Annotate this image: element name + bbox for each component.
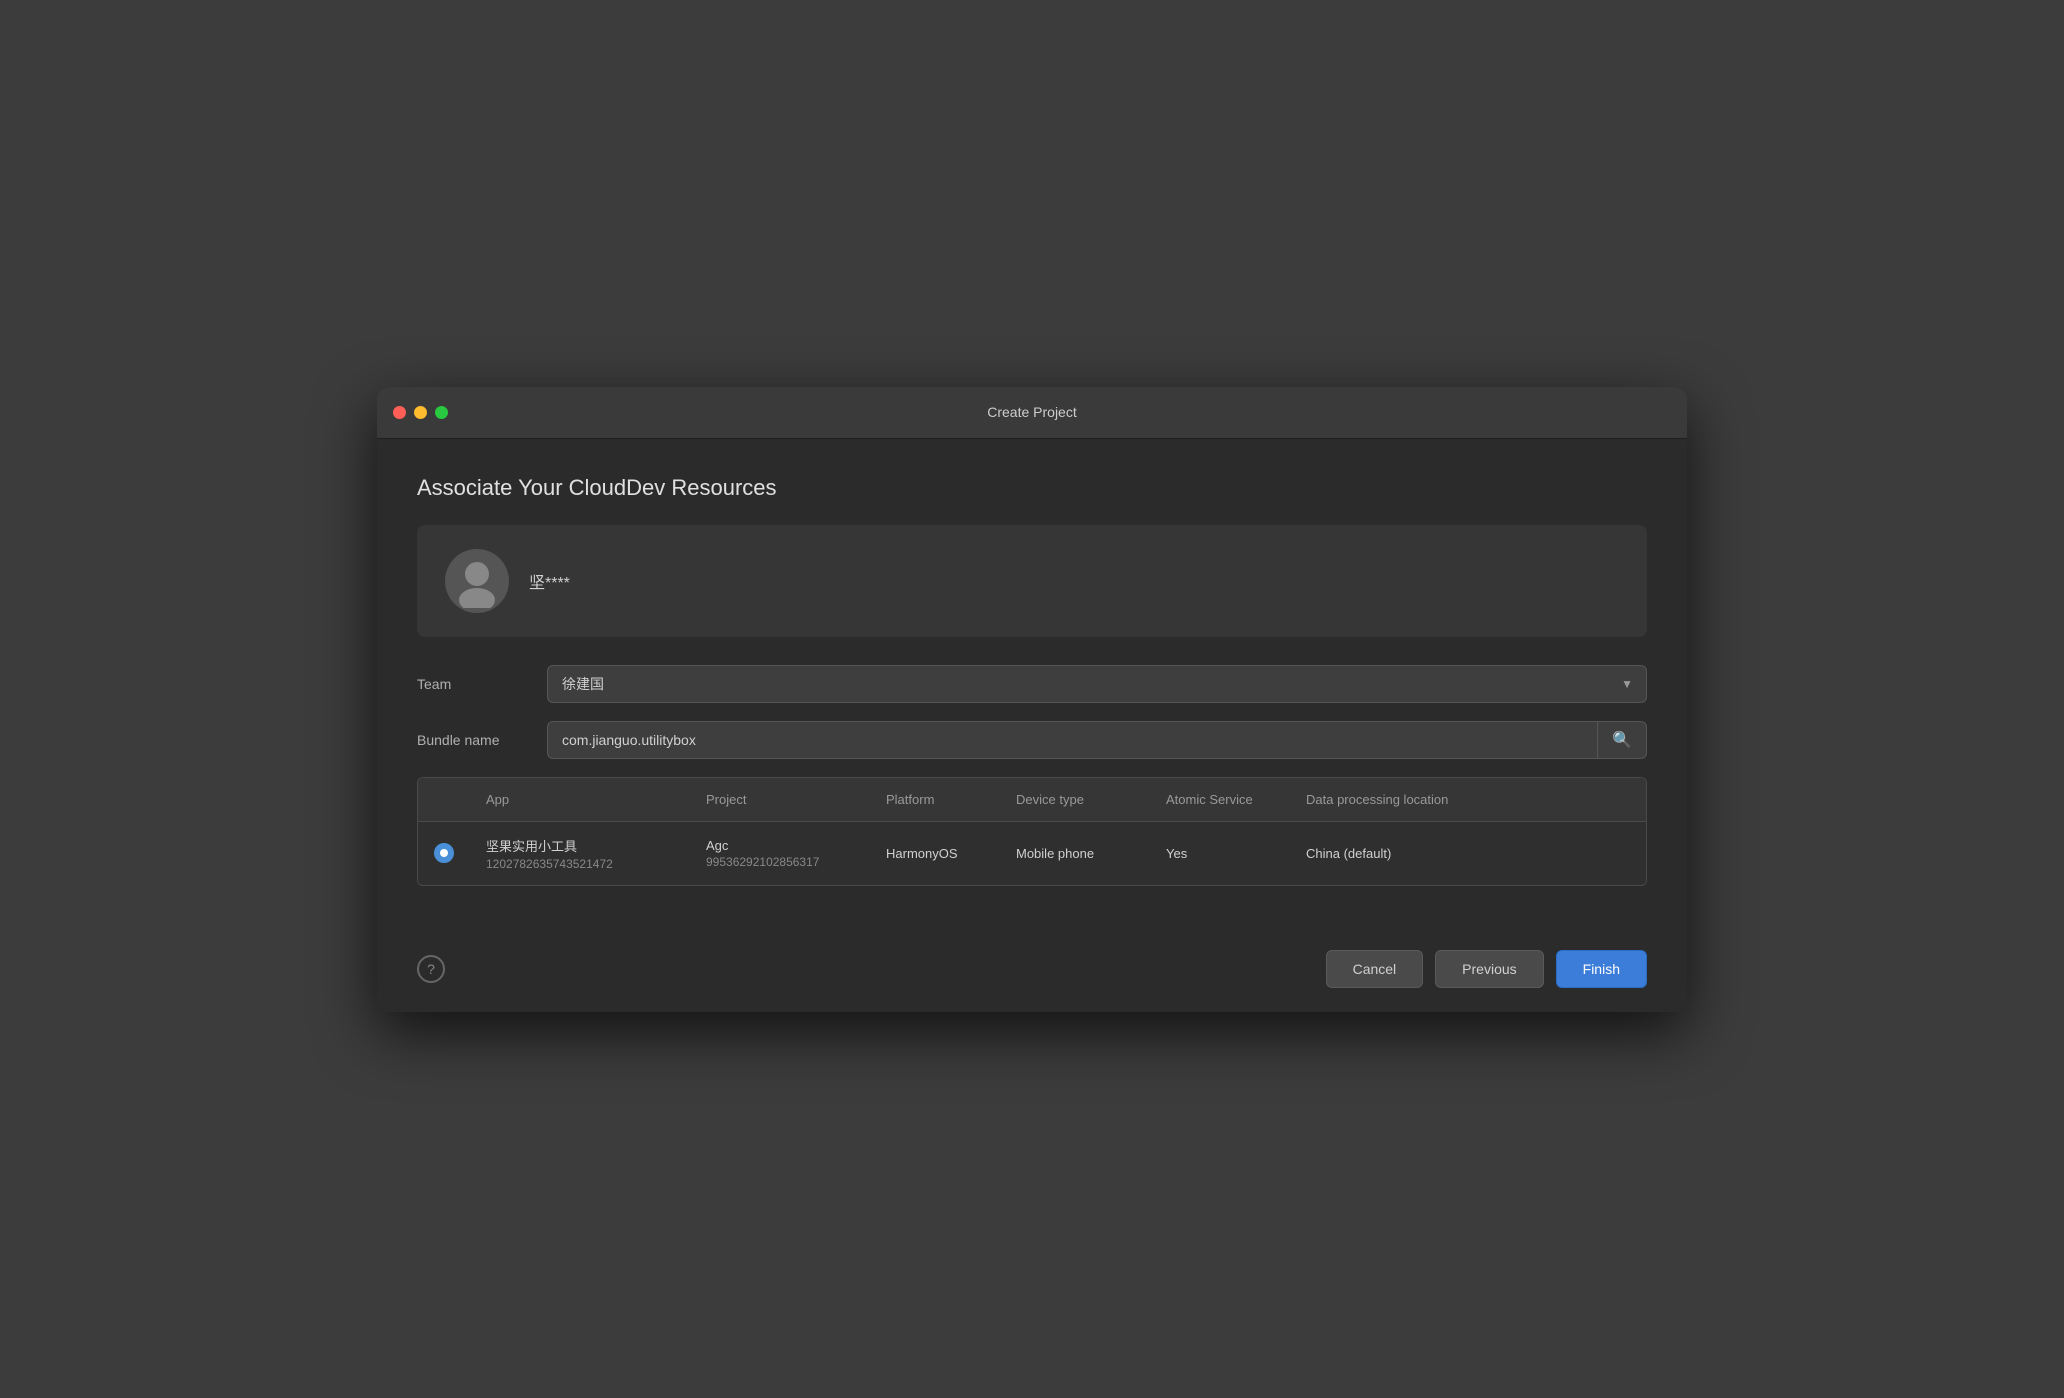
row-data-location-cell: China (default) xyxy=(1290,821,1646,885)
dialog-content: Associate Your CloudDev Resources 坚**** … xyxy=(377,439,1687,934)
user-name: 坚**** xyxy=(529,569,570,593)
row-device-cell: Mobile phone xyxy=(1000,821,1150,885)
col-header-app: App xyxy=(470,778,690,822)
radio-selected[interactable] xyxy=(434,843,454,863)
user-card: 坚**** xyxy=(417,525,1647,637)
row-select-cell[interactable] xyxy=(418,821,470,885)
bundle-label: Bundle name xyxy=(417,732,547,748)
col-header-data-location: Data processing location xyxy=(1290,778,1646,822)
footer-buttons: Cancel Previous Finish xyxy=(1326,950,1647,988)
bundle-row: Bundle name 🔍 xyxy=(417,721,1647,759)
col-header-project: Project xyxy=(690,778,870,822)
row-project-cell: Agc 99536292102856317 xyxy=(690,821,870,885)
page-title: Associate Your CloudDev Resources xyxy=(417,475,1647,501)
app-name: 坚果实用小工具 xyxy=(486,836,674,855)
bundle-input-wrapper: 🔍 xyxy=(547,721,1647,759)
table-row[interactable]: 坚果实用小工具 1202782635743521472 Agc 99536292… xyxy=(418,821,1646,885)
team-row: Team 徐建国 ▼ xyxy=(417,665,1647,703)
table-header-row: App Project Platform Device type Atomic … xyxy=(418,778,1646,822)
main-window: Create Project Associate Your CloudDev R… xyxy=(377,387,1687,1012)
previous-button[interactable]: Previous xyxy=(1435,950,1543,988)
col-header-select xyxy=(418,778,470,822)
bundle-input[interactable] xyxy=(547,721,1597,759)
team-label: Team xyxy=(417,676,547,692)
question-mark-icon: ? xyxy=(427,961,435,977)
row-app-cell: 坚果实用小工具 1202782635743521472 xyxy=(470,821,690,885)
minimize-button[interactable] xyxy=(414,406,427,419)
project-name: Agc xyxy=(706,838,854,853)
finish-button[interactable]: Finish xyxy=(1556,950,1647,988)
app-id: 1202782635743521472 xyxy=(486,857,674,871)
avatar xyxy=(445,549,509,613)
cancel-button[interactable]: Cancel xyxy=(1326,950,1424,988)
search-button[interactable]: 🔍 xyxy=(1597,721,1647,759)
row-platform-cell: HarmonyOS xyxy=(870,821,1000,885)
col-header-platform: Platform xyxy=(870,778,1000,822)
app-table-container: App Project Platform Device type Atomic … xyxy=(417,777,1647,886)
maximize-button[interactable] xyxy=(435,406,448,419)
team-select-wrapper: 徐建国 ▼ xyxy=(547,665,1647,703)
window-title: Create Project xyxy=(987,404,1076,420)
team-select[interactable]: 徐建国 xyxy=(547,665,1647,703)
dialog-footer: ? Cancel Previous Finish xyxy=(377,934,1687,1012)
row-atomic-cell: Yes xyxy=(1150,821,1290,885)
search-icon: 🔍 xyxy=(1612,730,1632,750)
col-header-atomic: Atomic Service xyxy=(1150,778,1290,822)
help-button[interactable]: ? xyxy=(417,955,445,983)
project-id: 99536292102856317 xyxy=(706,855,854,869)
col-header-device: Device type xyxy=(1000,778,1150,822)
title-bar: Create Project xyxy=(377,387,1687,439)
app-table: App Project Platform Device type Atomic … xyxy=(418,778,1646,885)
close-button[interactable] xyxy=(393,406,406,419)
traffic-lights xyxy=(393,406,448,419)
